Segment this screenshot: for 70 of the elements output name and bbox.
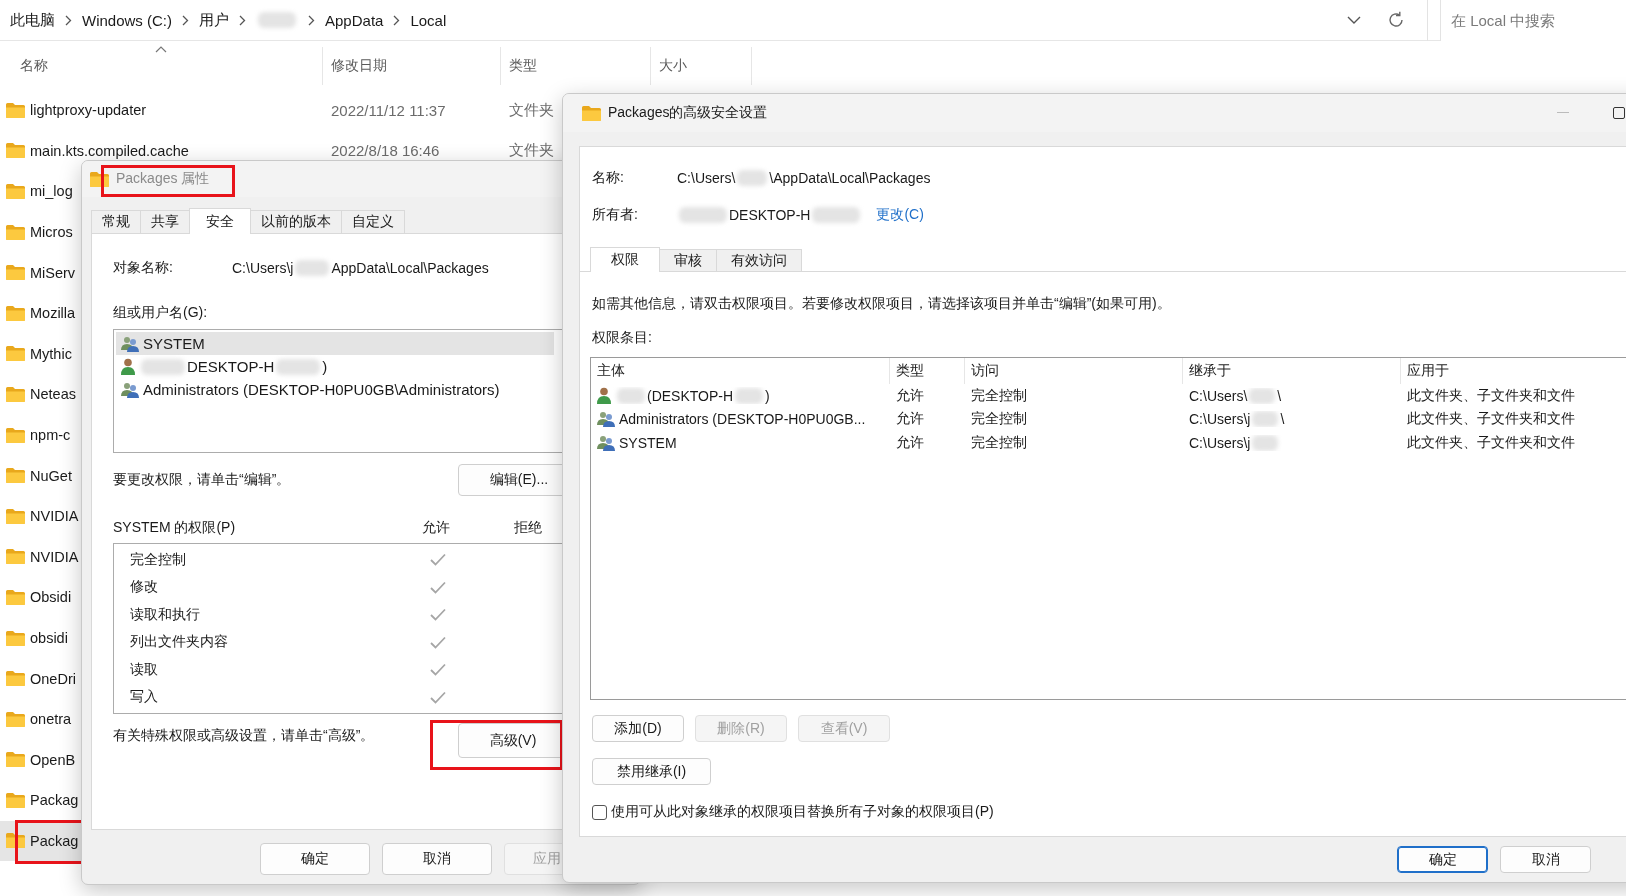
file-name: main.kts.compiled.cache	[30, 142, 189, 159]
checkbox-label: 使用可从此对象继承的权限项目替换所有子对象的权限项目(P)	[611, 803, 994, 821]
file-name: Mythic	[30, 345, 72, 362]
path-text: AppData\Local\Packages	[331, 260, 489, 276]
hint-text: 有关特殊权限或高级设置，请单击“高级”。	[113, 726, 376, 745]
file-name: NuGet	[30, 467, 72, 484]
path-text: C:\Users\	[677, 170, 736, 186]
field-label: 所有者:	[592, 206, 639, 224]
section-label: SYSTEM 的权限(P)	[113, 519, 237, 537]
principal-name: SYSTEM	[143, 335, 205, 352]
table-cell: 完全控制	[971, 433, 1027, 452]
table-cell: 此文件夹、子文件夹和文件	[1407, 386, 1575, 405]
file-name: OneDri	[30, 670, 76, 687]
file-name: Neteas	[30, 386, 76, 403]
table-cell: C:\Users\j	[1189, 434, 1251, 451]
table-cell: 完全控制	[971, 410, 1027, 429]
file-name: lightproxy-updater	[30, 102, 147, 119]
table-cell: \	[1277, 387, 1282, 404]
file-name: NVIDIA	[30, 508, 79, 525]
field-label: 名称:	[592, 169, 625, 187]
window-title: Packages 属性	[116, 170, 210, 188]
file-name: Micros	[30, 224, 73, 241]
section-label: 权限条目:	[592, 329, 652, 347]
file-name: Obsidi	[30, 589, 72, 606]
window-title: Packages的高级安全设置	[608, 104, 768, 122]
permission-name: 读取和执行	[130, 605, 201, 624]
file-name: mi_log	[30, 183, 73, 200]
table-cell: 允许	[896, 386, 924, 405]
principal-name: DESKTOP-H	[187, 358, 275, 375]
file-name: npm-c	[30, 427, 71, 444]
file-type: 文件夹	[509, 141, 554, 161]
table-cell: C:\Users\	[1189, 387, 1248, 404]
permission-name: 列出文件夹内容	[130, 633, 229, 652]
file-name: Packag	[30, 833, 79, 849]
file-name: NVIDIA	[30, 548, 79, 565]
hint-text: 要更改权限，请单击“编辑”。	[113, 471, 292, 489]
column-header: 允许	[422, 519, 451, 537]
principal-name: (DESKTOP-H	[647, 387, 734, 404]
owner-name: DESKTOP-H	[729, 207, 811, 223]
file-name: Packag	[30, 792, 79, 809]
principal-name: Administrators (DESKTOP-H0PU0GB\Administrators)	[143, 381, 500, 398]
path-text: \AppData\Local\Packages	[769, 170, 931, 186]
permission-name: 修改	[130, 578, 159, 597]
file-name: onetra	[30, 711, 72, 728]
principal-name: SYSTEM	[619, 434, 677, 451]
table-cell: \	[1280, 411, 1285, 428]
permission-name: 完全控制	[130, 550, 187, 569]
modified-date: 2022/8/18 16:46	[331, 142, 440, 160]
file-name: OpenB	[30, 751, 76, 768]
modified-date: 2022/11/12 11:37	[331, 101, 446, 119]
file-name: Mozilla	[30, 305, 76, 322]
path-text: C:\Users\j	[232, 260, 294, 276]
permission-name: 读取	[130, 660, 159, 679]
principal-name: )	[765, 387, 770, 404]
table-cell: 此文件夹、子文件夹和文件	[1407, 410, 1575, 429]
file-name: MiServ	[30, 264, 76, 281]
principal-name: Administrators (DESKTOP-H0PU0GB...	[619, 411, 866, 428]
table-cell: 允许	[896, 410, 924, 429]
field-label: 组或用户名(G):	[113, 304, 208, 322]
info-text: 如需其他信息，请双击权限项目。若要修改权限项目，请选择该项目并单击“编辑”(如果可用)。	[592, 295, 1171, 313]
file-name: obsidi	[30, 630, 68, 646]
permission-name: 写入	[130, 688, 159, 707]
table-cell: 完全控制	[971, 386, 1027, 405]
table-cell: 此文件夹、子文件夹和文件	[1407, 433, 1575, 452]
file-type: 文件夹	[509, 100, 554, 120]
field-label: 对象名称:	[113, 259, 174, 277]
table-cell: C:\Users\j	[1189, 411, 1251, 428]
column-header: 拒绝	[514, 519, 542, 537]
principal-name: )	[322, 358, 328, 375]
table-cell: 允许	[896, 433, 924, 452]
